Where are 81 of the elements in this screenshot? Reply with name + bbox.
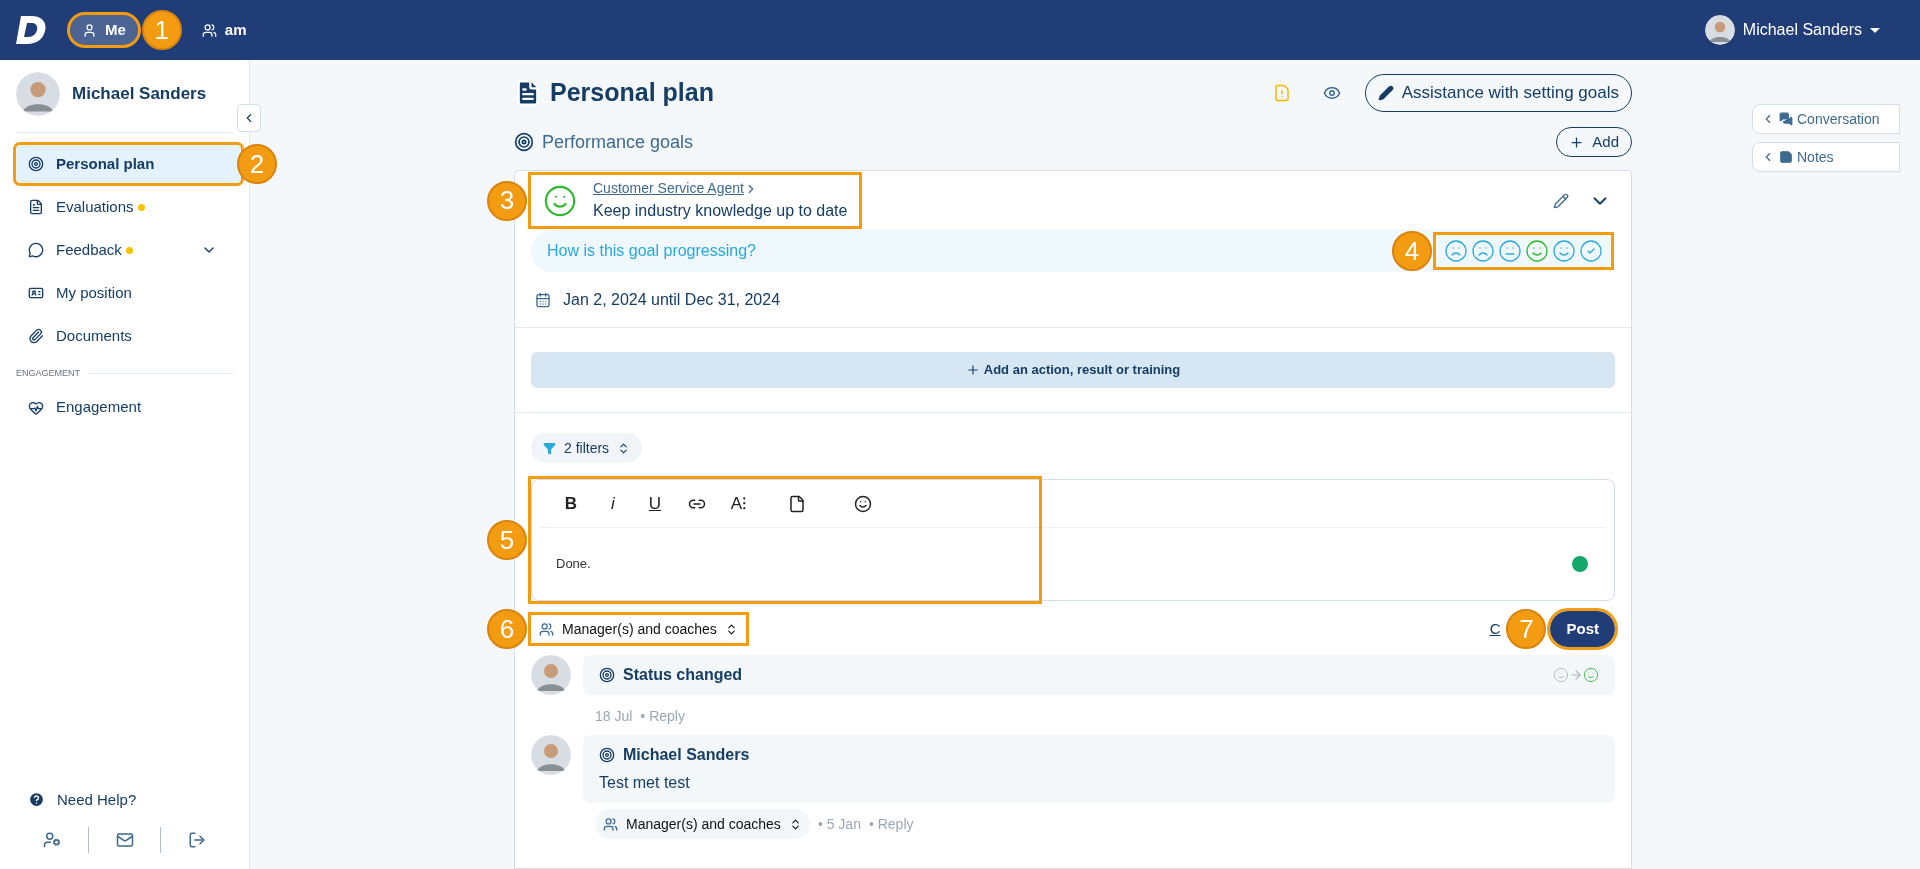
status-change-icon	[1553, 667, 1599, 683]
sidebar-item[interactable]: My position	[16, 274, 241, 312]
users-icon	[539, 621, 554, 637]
goal-dates: Jan 2, 2024 until Dec 31, 2024	[563, 289, 781, 310]
sidebar-item[interactable]: Engagement	[16, 388, 241, 427]
plus-icon	[1569, 134, 1585, 150]
callout-number: 7	[1506, 609, 1547, 649]
callout-number: 2	[237, 144, 277, 184]
nav-tab[interactable]: am	[189, 15, 259, 45]
user-menu[interactable]: Michael Sanders	[1704, 15, 1880, 45]
add-action-button[interactable]: Add an action, result or training	[531, 352, 1615, 388]
section-title: Performance goals	[542, 130, 694, 154]
comment-title: Michael Sanders	[623, 745, 750, 765]
callout-number: 3	[487, 180, 527, 221]
nav-icon	[28, 399, 44, 416]
sidebar-item[interactable]: Feedback	[16, 231, 241, 269]
progress-question: How is this goal progressing?	[547, 241, 756, 261]
category-link[interactable]: Customer Service Agent	[593, 178, 848, 199]
nav-icon	[28, 156, 44, 172]
comment-date: 18 Jul	[595, 706, 633, 726]
goal-icon	[599, 667, 615, 683]
pencil-icon	[1377, 85, 1394, 101]
logout-icon[interactable]	[188, 831, 207, 849]
callout-number: 5	[487, 520, 527, 560]
goal-header[interactable]: Customer Service Agent Keep industry knowledge up to date	[531, 175, 860, 226]
nav-tab[interactable]: Me	[70, 15, 138, 45]
comment-text: Test met test	[599, 773, 691, 793]
plus-icon	[965, 363, 980, 377]
sidebar-item[interactable]: Documents	[16, 317, 241, 355]
side-panel-tab[interactable]: Conversation	[1752, 104, 1900, 134]
toolbar-button[interactable]: B	[560, 490, 582, 517]
avatar-icon	[531, 735, 571, 775]
nav-icon	[28, 242, 44, 258]
comment-title: Status changed	[623, 665, 743, 685]
filter-button[interactable]: 2 filters	[531, 433, 643, 463]
preview-icon[interactable]	[1322, 84, 1341, 102]
goal-icon	[599, 747, 615, 763]
chat-icon	[1779, 112, 1793, 126]
note-icon	[1779, 150, 1793, 164]
mail-icon[interactable]	[115, 831, 134, 849]
visibility-select[interactable]: Manager(s) and coaches	[531, 615, 746, 643]
grammar-icon[interactable]	[1570, 554, 1590, 574]
filter-icon	[543, 441, 556, 455]
page-title: Personal plan	[550, 77, 714, 109]
user-name: Michael Sanders	[72, 83, 207, 106]
nav-icon	[28, 328, 44, 344]
users-icon	[603, 816, 618, 832]
caret-icon	[1870, 27, 1880, 33]
toolbar-button[interactable]	[852, 494, 874, 513]
user-icon	[82, 22, 97, 38]
side-panel-tab[interactable]: Notes	[1752, 142, 1900, 172]
calendar-icon	[535, 291, 551, 308]
comment-editor[interactable]: B i U A⁝ Done.	[531, 479, 1615, 601]
users-icon	[201, 22, 217, 38]
sidebar-item[interactable]: Evaluations	[16, 188, 241, 226]
toolbar-button[interactable]: i	[602, 490, 624, 517]
callout-number: 4	[1392, 231, 1432, 271]
comment-date: • 5 Jan	[817, 814, 861, 834]
post-button[interactable]: Post	[1550, 611, 1615, 647]
nav-icon	[28, 199, 44, 215]
help-link[interactable]: Need Help?	[16, 788, 233, 811]
sidebar-item[interactable]: Personal plan	[16, 145, 241, 183]
avatar-icon	[16, 72, 60, 116]
toolbar-button[interactable]: U	[644, 490, 666, 517]
help-icon	[28, 791, 45, 809]
target-icon	[514, 132, 534, 152]
logo-icon	[16, 16, 46, 44]
goal-title: Keep industry knowledge up to date	[593, 201, 848, 221]
avatar-icon	[1704, 15, 1735, 45]
toolbar-button[interactable]: A⁝	[728, 490, 750, 517]
user-settings-icon[interactable]	[42, 831, 61, 849]
nav-icon	[28, 285, 44, 301]
section-label: ENGAGEMENT	[16, 367, 80, 380]
edit-icon[interactable]	[1553, 192, 1569, 209]
visibility-select[interactable]: Manager(s) and coaches	[595, 809, 810, 839]
happy-face-icon	[543, 183, 577, 218]
callout-number: 6	[487, 609, 527, 649]
cancel-link[interactable]: C	[1489, 617, 1501, 641]
callout-number: 1	[141, 10, 182, 50]
editor-text: Done.	[556, 555, 591, 574]
avatar-icon	[531, 655, 571, 695]
